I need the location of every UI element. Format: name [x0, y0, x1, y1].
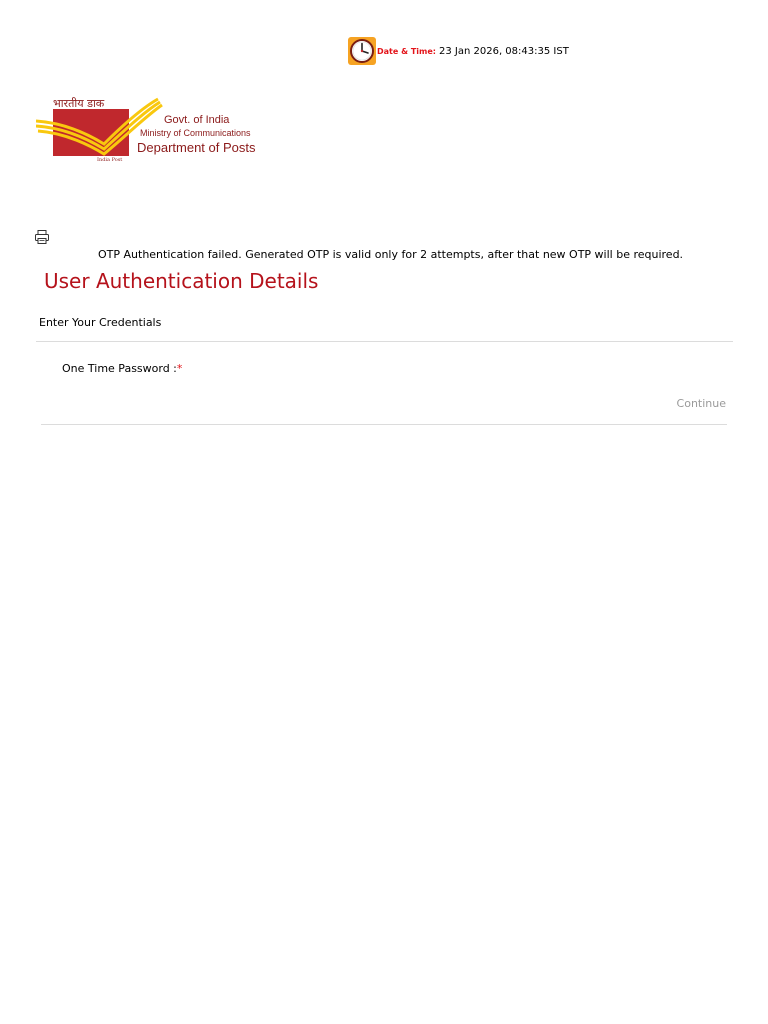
printer-icon[interactable] — [34, 229, 50, 245]
otp-input[interactable] — [190, 358, 440, 380]
otp-field-label: One Time Password :* — [62, 362, 182, 375]
logo-small-text: India Post — [97, 157, 123, 163]
page-title: User Authentication Details — [44, 269, 319, 293]
section-heading: Enter Your Credentials — [39, 316, 162, 329]
continue-button[interactable]: Continue — [662, 393, 726, 413]
logo-department-text: Department of Posts — [137, 140, 256, 155]
logo-govt-text: Govt. of India — [164, 114, 230, 126]
clock-icon — [348, 37, 376, 65]
datetime-label: Date & Time: — [377, 46, 436, 56]
logo-hindi-text: भारतीय डाक — [53, 97, 105, 110]
otp-label-text: One Time Password : — [62, 362, 177, 375]
otp-error-message: OTP Authentication failed. Generated OTP… — [98, 248, 684, 261]
datetime-display: Date & Time: 23 Jan 2026, 08:43:35 IST — [348, 36, 569, 66]
form-divider — [41, 424, 727, 425]
required-marker: * — [176, 362, 183, 375]
india-post-logo: भारतीय डाक Govt. of India Ministry of Co… — [36, 96, 266, 168]
datetime-value: 23 Jan 2026, 08:43:35 IST — [439, 45, 569, 57]
logo-ministry-text: Ministry of Communications — [140, 128, 251, 138]
section-divider — [36, 341, 733, 342]
